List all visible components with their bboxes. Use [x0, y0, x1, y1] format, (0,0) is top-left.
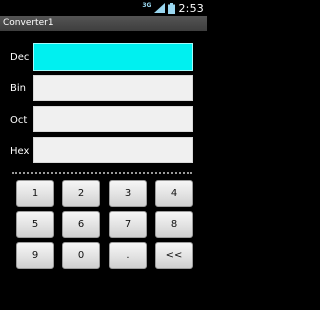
signal-icon — [154, 3, 166, 13]
app-title-bar: Converter1 — [0, 16, 207, 31]
backspace-button[interactable]: << — [155, 242, 193, 269]
hex-input[interactable] — [33, 137, 193, 163]
hex-label: Hex — [10, 146, 30, 157]
status-icons: 3G 2:53 — [142, 0, 204, 16]
bin-input[interactable] — [33, 75, 193, 101]
key-7-button[interactable]: 7 — [109, 211, 147, 238]
key-6-button[interactable]: 6 — [62, 211, 100, 238]
key-1-button[interactable]: 1 — [16, 180, 54, 207]
key-3-button[interactable]: 3 — [109, 180, 147, 207]
key-dot-button[interactable]: . — [109, 242, 147, 269]
network-type-indicator: 3G — [142, 2, 152, 9]
dec-label: Dec — [10, 52, 30, 63]
status-bar: 3G 2:53 — [0, 0, 207, 16]
bin-label: Bin — [10, 83, 26, 94]
key-5-button[interactable]: 5 — [16, 211, 54, 238]
oct-input[interactable] — [33, 106, 193, 132]
oct-label: Oct — [10, 115, 28, 126]
battery-icon — [168, 2, 176, 14]
app-title: Converter1 — [3, 18, 54, 28]
key-9-button[interactable]: 9 — [16, 242, 54, 269]
status-clock: 2:53 — [178, 1, 204, 15]
key-2-button[interactable]: 2 — [62, 180, 100, 207]
key-4-button[interactable]: 4 — [155, 180, 193, 207]
keypad-divider — [12, 172, 192, 174]
key-0-button[interactable]: 0 — [62, 242, 100, 269]
key-8-button[interactable]: 8 — [155, 211, 193, 238]
dec-input[interactable] — [33, 43, 193, 71]
